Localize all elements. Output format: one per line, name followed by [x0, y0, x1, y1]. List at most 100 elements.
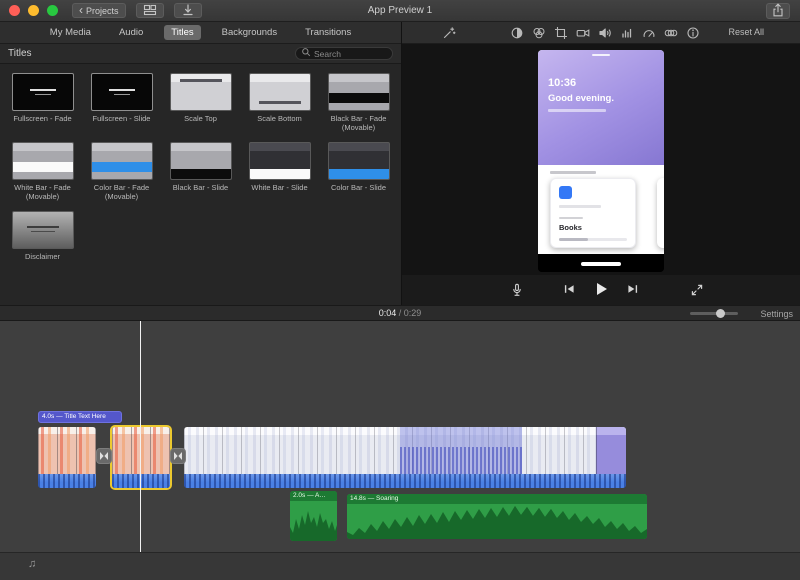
phone-screen: 10:36 Good evening. Books [538, 50, 664, 254]
speed-icon[interactable] [642, 26, 656, 40]
title-thumbnail [12, 211, 74, 249]
title-label: Color Bar - Slide [322, 183, 396, 200]
audio-waveform [347, 504, 647, 539]
search-icon [301, 47, 311, 60]
title-item[interactable]: Black Bar - Fade (Movable) [322, 73, 396, 133]
timecode-bar: 0:04 / 0:29 Settings [0, 305, 800, 321]
title-thumbnail [12, 73, 74, 111]
timecode: 0:04 / 0:29 [0, 308, 800, 318]
projects-back-button[interactable]: ‹ Projects [72, 3, 126, 18]
volume-icon[interactable] [598, 26, 612, 40]
titles-grid: Fullscreen - Fade Fullscreen - Slide Sca… [0, 64, 401, 305]
play-button[interactable] [592, 280, 610, 301]
playhead[interactable] [140, 321, 141, 552]
media-organizer-button[interactable] [136, 3, 164, 18]
title-clip[interactable]: 4.0s — Title Text Here [38, 411, 122, 423]
phone-header-gradient: 10:36 Good evening. [538, 50, 664, 165]
chevron-left-icon: ‹ [79, 4, 83, 16]
import-media-button[interactable] [174, 3, 202, 18]
titles-panel-header: Titles [0, 44, 401, 64]
title-item[interactable]: Fullscreen - Fade [6, 73, 80, 133]
tab-backgrounds[interactable]: Backgrounds [215, 25, 284, 40]
overlay-region [400, 427, 522, 474]
title-item[interactable]: Black Bar - Slide [164, 142, 238, 202]
video-clip[interactable] [184, 427, 626, 488]
card-text-line [559, 217, 583, 219]
minimize-window-button[interactable] [28, 5, 39, 16]
home-indicator [581, 262, 621, 266]
crop-icon[interactable] [554, 26, 568, 40]
close-window-button[interactable] [9, 5, 20, 16]
search-field[interactable] [295, 47, 393, 60]
background-music-well[interactable]: ♫ [0, 552, 800, 580]
browser-pane: My Media Audio Titles Backgrounds Transi… [0, 22, 401, 305]
title-label: Color Bar - Fade (Movable) [85, 183, 159, 202]
audio-clip-label: 14.8s — Soaring [347, 494, 647, 504]
title-label: Scale Bottom [243, 114, 317, 131]
timeline-zoom-slider[interactable] [690, 312, 738, 315]
title-bar-graphic [250, 169, 310, 179]
audio-waveform [290, 501, 337, 541]
clip-audio-waveform [38, 474, 96, 488]
current-time: 0:04 [379, 308, 397, 318]
title-thumbnail [170, 73, 232, 111]
card-title: Books [559, 223, 582, 232]
title-thumbnail [12, 142, 74, 180]
clip-filmstrip [112, 427, 170, 474]
stabilization-icon[interactable] [576, 26, 590, 40]
phone-status-bar [592, 54, 610, 56]
phone-bottom-bezel [538, 254, 664, 272]
title-item[interactable]: Fullscreen - Slide [85, 73, 159, 133]
transport-controls [402, 275, 800, 305]
search-input[interactable] [314, 49, 387, 59]
tab-titles[interactable]: Titles [164, 25, 200, 40]
viewer-pane: Reset All 10:36 Good evening. [402, 22, 800, 305]
title-item[interactable]: Scale Top [164, 73, 238, 133]
tab-audio[interactable]: Audio [112, 25, 150, 40]
title-item[interactable]: Scale Bottom [243, 73, 317, 133]
previous-frame-button[interactable] [562, 282, 576, 299]
share-icon [771, 3, 785, 20]
clip-filmstrip [38, 427, 96, 474]
share-button[interactable] [766, 3, 790, 19]
video-clip-selected[interactable] [112, 427, 170, 488]
audio-clip[interactable]: 14.8s — Soaring [347, 494, 647, 539]
audio-clip-label: 2.0s — A… [290, 491, 337, 501]
title-thumbnail [328, 142, 390, 180]
audio-clip[interactable]: 2.0s — A… [290, 491, 337, 541]
transition-button[interactable] [96, 448, 112, 464]
color-balance-icon[interactable] [510, 26, 524, 40]
settings-button[interactable]: Settings [760, 309, 793, 319]
books-card: Books [550, 178, 636, 248]
title-item[interactable]: Color Bar - Fade (Movable) [85, 142, 159, 202]
title-item[interactable]: Color Bar - Slide [322, 142, 396, 202]
zoom-slider-thumb[interactable] [716, 309, 725, 318]
title-thumbnail [328, 73, 390, 111]
tab-my-media[interactable]: My Media [43, 25, 98, 40]
title-item[interactable]: Disclaimer [6, 211, 80, 269]
title-item[interactable]: White Bar - Slide [243, 142, 317, 202]
title-label: Fullscreen - Fade [6, 114, 80, 131]
next-frame-button[interactable] [626, 282, 640, 299]
title-label: Fullscreen - Slide [85, 114, 159, 131]
tab-transitions[interactable]: Transitions [298, 25, 358, 40]
noise-reduction-icon[interactable] [620, 26, 634, 40]
title-bar-graphic [92, 162, 152, 172]
fullscreen-button[interactable] [690, 283, 704, 300]
enhance-wand-icon[interactable] [442, 26, 456, 40]
media-tabs: My Media Audio Titles Backgrounds Transi… [0, 22, 401, 44]
card-text-line [559, 205, 601, 208]
phone-greeting: Good evening. [548, 93, 614, 104]
title-label: Scale Top [164, 114, 238, 131]
reset-all-button[interactable]: Reset All [728, 27, 764, 37]
title-label: Black Bar - Slide [164, 183, 238, 200]
clip-filter-icon[interactable] [664, 26, 678, 40]
titlebar: ‹ Projects App Preview 1 [0, 0, 800, 22]
color-correction-icon[interactable] [532, 26, 546, 40]
zoom-window-button[interactable] [47, 5, 58, 16]
info-icon[interactable] [686, 26, 700, 40]
timeline[interactable]: 4.0s — Title Text Here 2.0s — A… [0, 321, 800, 552]
title-item[interactable]: White Bar - Fade (Movable) [6, 142, 80, 202]
transition-button[interactable] [170, 448, 186, 464]
video-clip[interactable] [38, 427, 96, 488]
